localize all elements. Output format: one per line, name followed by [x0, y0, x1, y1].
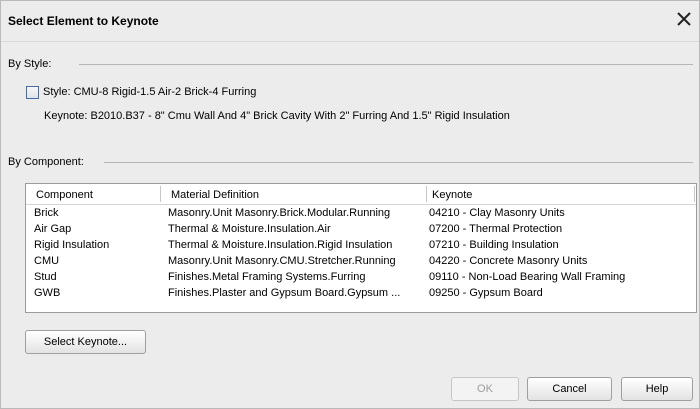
style-keynote-text: Keynote: B2010.B37 - 8" Cmu Wall And 4" … [44, 110, 510, 122]
table-row[interactable]: Air Gap Thermal & Moisture.Insulation.Ai… [26, 222, 696, 238]
close-icon[interactable] [673, 8, 695, 30]
table-row[interactable]: GWB Finishes.Plaster and Gypsum Board.Gy… [26, 286, 696, 302]
cell-keynote: 09110 - Non-Load Bearing Wall Framing [429, 271, 626, 283]
title-bar: Select Element to Keynote [1, 1, 699, 42]
cell-component: Air Gap [34, 223, 72, 235]
table-row[interactable]: Stud Finishes.Metal Framing Systems.Furr… [26, 270, 696, 286]
style-checkbox[interactable] [26, 86, 39, 99]
cell-keynote: 04210 - Clay Masonry Units [429, 207, 565, 219]
column-header-component[interactable]: Component [36, 189, 93, 201]
by-component-divider [104, 162, 693, 163]
cancel-button[interactable]: Cancel [527, 377, 612, 401]
cell-material: Masonry.Unit Masonry.CMU.Stretcher.Runni… [168, 255, 396, 267]
style-checkbox-label[interactable]: Style: CMU-8 Rigid-1.5 Air-2 Brick-4 Fur… [43, 86, 256, 98]
table-header: Component Material Definition Keynote [26, 184, 696, 205]
cell-component: GWB [34, 287, 61, 299]
components-table: Component Material Definition Keynote Br… [25, 183, 697, 313]
table-row[interactable]: Rigid Insulation Thermal & Moisture.Insu… [26, 238, 696, 254]
by-style-label: By Style: [8, 58, 58, 70]
cell-keynote: 09250 - Gypsum Board [429, 287, 543, 299]
table-row[interactable]: CMU Masonry.Unit Masonry.CMU.Stretcher.R… [26, 254, 696, 270]
dialog-title: Select Element to Keynote [8, 14, 159, 28]
cell-keynote: 07210 - Building Insulation [429, 239, 559, 251]
column-header-keynote[interactable]: Keynote [432, 189, 472, 201]
cell-component: Stud [34, 271, 57, 283]
table-row[interactable]: Brick Masonry.Unit Masonry.Brick.Modular… [26, 206, 696, 222]
column-divider[interactable] [160, 186, 161, 202]
ok-button[interactable]: OK [451, 377, 519, 401]
cell-component: Rigid Insulation [34, 239, 110, 251]
cell-keynote: 04220 - Concrete Masonry Units [429, 255, 588, 267]
cell-component: Brick [34, 207, 59, 219]
by-style-divider [79, 64, 693, 65]
cell-material: Thermal & Moisture.Insulation.Air [168, 223, 331, 235]
cell-material: Finishes.Metal Framing Systems.Furring [168, 271, 366, 283]
help-button[interactable]: Help [621, 377, 693, 401]
column-divider[interactable] [694, 186, 695, 202]
select-keynote-button[interactable]: Select Keynote... [25, 330, 146, 354]
cell-material: Thermal & Moisture.Insulation.Rigid Insu… [168, 239, 393, 251]
column-divider[interactable] [426, 186, 427, 202]
by-component-label: By Component: [8, 156, 90, 168]
cell-component: CMU [34, 255, 60, 267]
column-header-material-definition[interactable]: Material Definition [171, 189, 259, 201]
select-element-dialog: Select Element to Keynote By Style: Styl… [0, 0, 700, 409]
cell-keynote: 07200 - Thermal Protection [429, 223, 563, 235]
cell-material: Finishes.Plaster and Gypsum Board.Gypsum… [168, 287, 401, 299]
cell-material: Masonry.Unit Masonry.Brick.Modular.Runni… [168, 207, 391, 219]
